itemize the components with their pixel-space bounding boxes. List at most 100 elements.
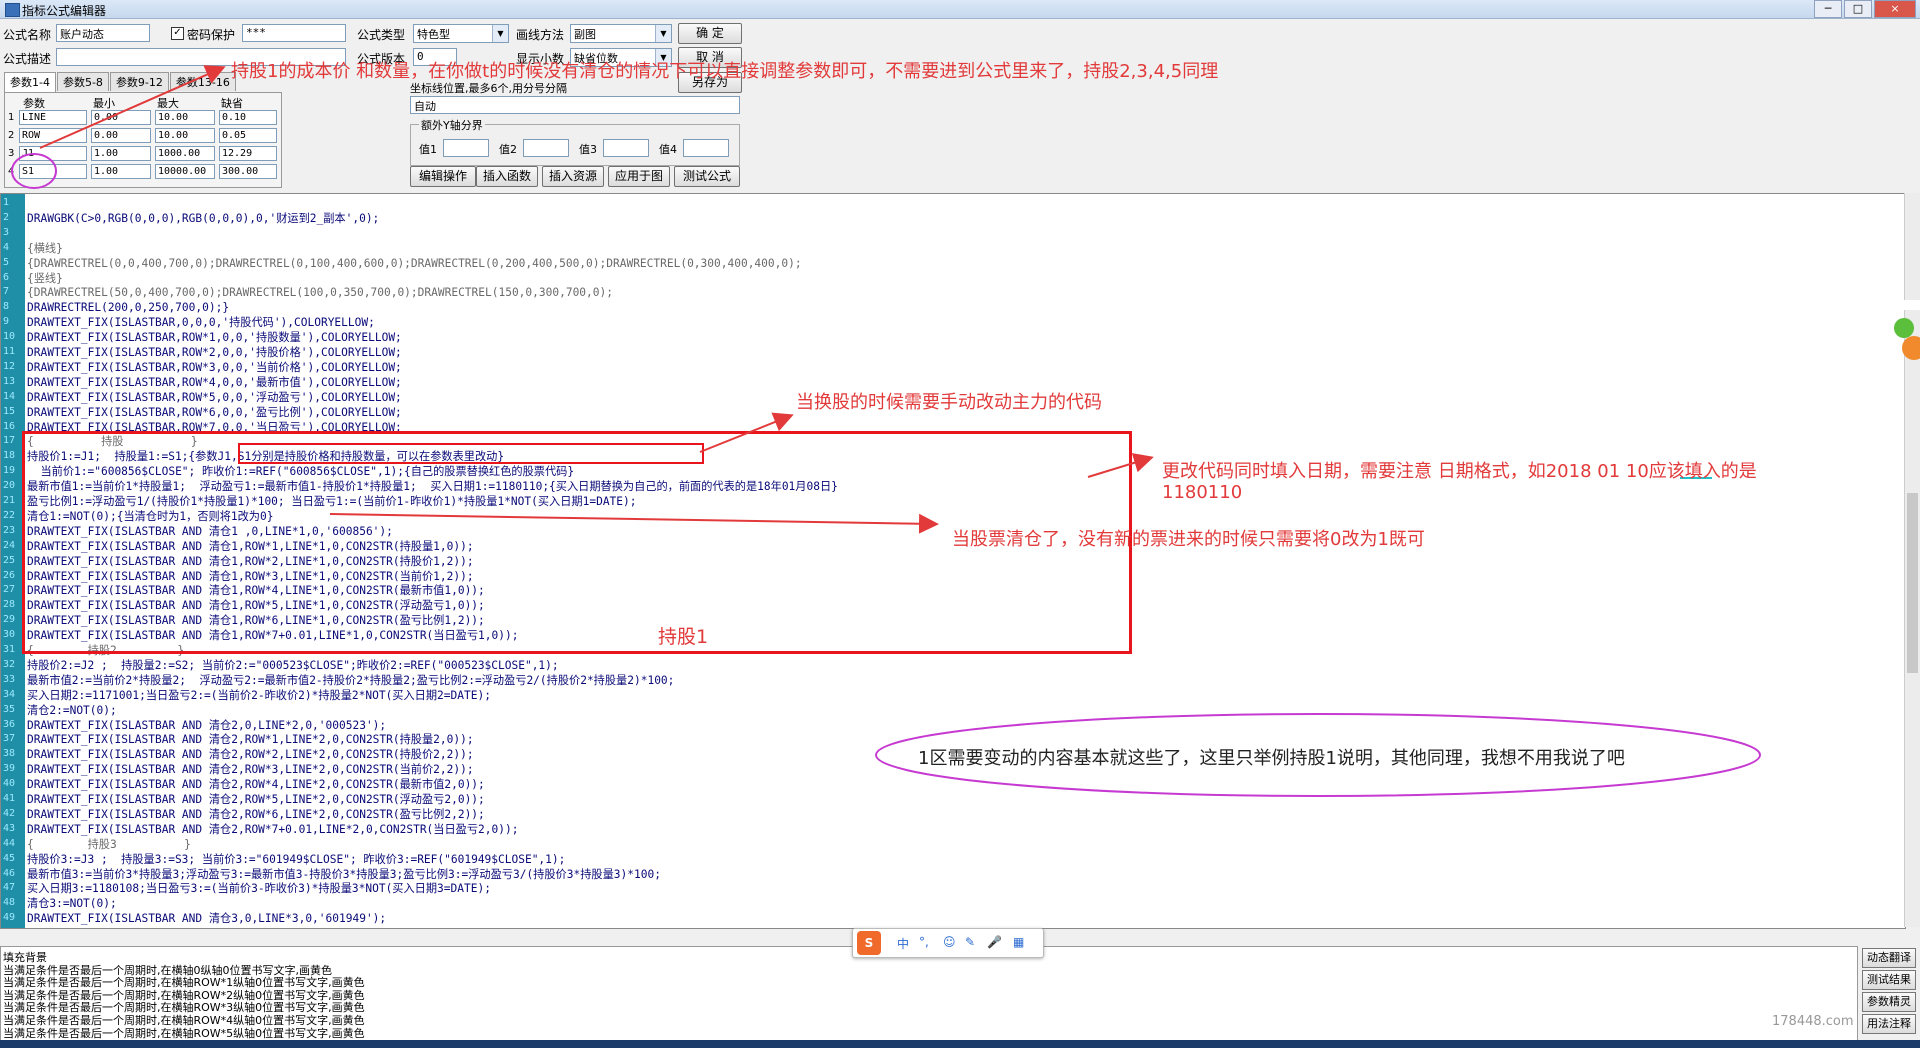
draw-select[interactable]: 副图 ▼ <box>570 24 672 43</box>
code-line[interactable]: DRAWTEXT_FIX(ISLASTBAR AND 清仓2,ROW*3,LIN… <box>27 763 474 777</box>
usage-notes-button[interactable]: 用法注释 <box>1862 1014 1916 1034</box>
axis-input[interactable]: 自动 <box>410 96 740 114</box>
param-min[interactable]: 1.00 <box>91 146 151 161</box>
side-widget <box>1874 300 1920 370</box>
param-row-number: 3 <box>8 148 15 159</box>
line-number: 35 <box>3 703 16 715</box>
close-button[interactable]: × <box>1874 0 1916 18</box>
ok-button[interactable]: 确 定 <box>678 23 742 44</box>
line-number: 9 <box>3 316 10 328</box>
code-line[interactable]: DRAWTEXT_FIX(ISLASTBAR AND 清仓3,0,LINE*3,… <box>27 912 386 926</box>
param-name[interactable]: ROW <box>19 128 87 143</box>
type-value: 特色型 <box>417 28 450 41</box>
code-line[interactable]: DRAWTEXT_FIX(ISLASTBAR AND 清仓2,ROW*5,LIN… <box>27 793 485 807</box>
ime-handwrite-icon[interactable]: ✎ <box>965 935 975 949</box>
param-default[interactable]: 300.00 <box>219 164 277 179</box>
code-line[interactable]: 最新市值3:=当前价3*持股量3;浮动盈亏3:=最新市值3-持股价3*持股量3;… <box>27 868 661 882</box>
annotation-date-value: 1180110 <box>1162 482 1243 503</box>
code-line[interactable]: 清仓3:=NOT(0); <box>27 897 117 911</box>
tab-params-5-8[interactable]: 参数5-8 <box>56 72 109 91</box>
ime-punctuation-icon[interactable]: °, <box>919 935 929 949</box>
param-max[interactable]: 1000.00 <box>155 146 215 161</box>
code-line[interactable]: DRAWTEXT_FIX(ISLASTBAR AND 清仓2,ROW*6,LIN… <box>27 808 485 822</box>
ybound-input-1[interactable] <box>443 139 489 157</box>
line-number: 39 <box>3 763 16 775</box>
scrollbar-thumb[interactable] <box>1907 493 1918 673</box>
ime-emoji-icon[interactable]: ☺ <box>943 935 956 949</box>
ime-chinese-mode[interactable]: 中 <box>897 935 909 952</box>
tab-params-9-12[interactable]: 参数9-12 <box>109 72 169 91</box>
code-line[interactable]: {竖线} <box>27 272 63 286</box>
param-default[interactable]: 0.10 <box>219 110 277 125</box>
code-line[interactable]: DRAWTEXT_FIX(ISLASTBAR,ROW*2,0,0,'持股价格')… <box>27 346 402 360</box>
line-number: 36 <box>3 718 16 730</box>
code-line[interactable]: DRAWTEXT_FIX(ISLASTBAR AND 清仓2,ROW*7+0.0… <box>27 823 518 837</box>
code-line[interactable]: DRAWTEXT_FIX(ISLASTBAR AND 清仓2,ROW*2,LIN… <box>27 748 474 762</box>
ybound-input-4[interactable] <box>683 139 729 157</box>
param-min[interactable]: 1.00 <box>91 164 151 179</box>
param-name[interactable]: LINE <box>19 110 87 125</box>
param-default[interactable]: 12.29 <box>219 146 277 161</box>
code-line[interactable]: DRAWTEXT_FIX(ISLASTBAR,ROW*5,0,0,'浮动盈亏')… <box>27 391 402 405</box>
code-line[interactable]: DRAWTEXT_FIX(ISLASTBAR,ROW*4,0,0,'最新市值')… <box>27 376 402 390</box>
tab-params-13-16[interactable]: 参数13-16 <box>169 72 236 91</box>
code-line[interactable]: DRAWTEXT_FIX(ISLASTBAR,ROW*1,0,0,'持股数量')… <box>27 331 402 345</box>
param-min[interactable]: 0.00 <box>91 128 151 143</box>
type-label: 公式类型 <box>357 28 406 42</box>
param-wizard-button[interactable]: 参数精灵 <box>1862 992 1916 1012</box>
code-line[interactable]: 清仓2:=NOT(0); <box>27 704 117 718</box>
code-line[interactable]: 最新市值2:=当前价2*持股量2; 浮动盈亏2:=最新市值2-持股价2*持股量2… <box>27 674 674 688</box>
ybound-title: 额外Y轴分界 <box>419 117 485 133</box>
ybound-input-3[interactable] <box>603 139 649 157</box>
dynamic-translate-button[interactable]: 动态翻译 <box>1862 948 1916 968</box>
code-line[interactable]: 买入日期2:=1171001;当日盈亏2:=(当前价2-昨收价2)*持股量2*N… <box>27 689 491 703</box>
insert-function-button[interactable]: 插入函数 <box>476 166 538 187</box>
code-line[interactable]: 持股价2:=J2 ; 持股量2:=S2; 当前价2:="000523$CLOSE… <box>27 659 559 673</box>
code-line[interactable]: 持股价3:=J3 ; 持股量3:=S3; 当前价3:="601949$CLOSE… <box>27 853 565 867</box>
line-number: 14 <box>3 390 16 402</box>
apply-chart-button[interactable]: 应用于图 <box>608 166 670 187</box>
maximize-button[interactable]: □ <box>1844 0 1872 18</box>
param-max[interactable]: 10000.00 <box>155 164 215 179</box>
password-checkbox[interactable]: ✓ <box>171 27 184 40</box>
param-name[interactable]: J1 <box>19 146 87 161</box>
code-line[interactable]: DRAWTEXT_FIX(ISLASTBAR,0,0,0,'持股代码'),COL… <box>27 316 375 330</box>
password-input[interactable]: *** <box>242 24 346 42</box>
ime-toolbar[interactable]: S 中 °, ☺ ✎ 🎤 ▦ <box>852 928 1044 958</box>
edit-ops-button[interactable]: 编辑操作 <box>410 166 476 187</box>
code-line[interactable]: { 持股3 } <box>27 838 191 852</box>
param-default[interactable]: 0.05 <box>219 128 277 143</box>
param-max[interactable]: 10.00 <box>155 128 215 143</box>
tab-params-1-4[interactable]: 参数1-4 <box>4 72 56 93</box>
code-line[interactable]: 买入日期3:=1180108;当日盈亏3:=(当前价3-昨收价3)*持股量3*N… <box>27 882 491 896</box>
code-line[interactable]: DRAWTEXT_FIX(ISLASTBAR,ROW*6,0,0,'盈亏比例')… <box>27 406 402 420</box>
test-result-button[interactable]: 测试结果 <box>1862 970 1916 990</box>
param-min[interactable]: 0.00 <box>91 110 151 125</box>
code-line[interactable]: DRAWTEXT_FIX(ISLASTBAR AND 清仓2,ROW*4,LIN… <box>27 778 485 792</box>
code-line[interactable]: {DRAWRECTREL(50,0,400,700,0);DRAWRECTREL… <box>27 286 613 300</box>
type-select[interactable]: 特色型 ▼ <box>413 24 509 43</box>
param-row-number: 1 <box>8 112 15 123</box>
sogou-logo-icon[interactable]: S <box>857 931 881 955</box>
ybound-input-2[interactable] <box>523 139 569 157</box>
annotation-params-note: 持股1的成本价 和数量，在你做t的时候没有清仓的情况下可以直接调整参数即可，不需… <box>231 61 1219 82</box>
code-line[interactable]: DRAWRECTREL(200,0,250,700,0);} <box>27 301 229 315</box>
code-line[interactable]: DRAWTEXT_FIX(ISLASTBAR AND 清仓2,ROW*1,LIN… <box>27 733 474 747</box>
code-line[interactable]: DRAWTEXT_FIX(ISLASTBAR AND 清仓2,0,LINE*2,… <box>27 719 386 733</box>
code-line[interactable]: DRAWTEXT_FIX(ISLASTBAR,ROW*3,0,0,'当前价格')… <box>27 361 402 375</box>
param-name[interactable]: S1 <box>19 164 87 179</box>
param-header-min: 最小 <box>93 97 115 110</box>
code-line[interactable]: {横线} <box>27 242 63 256</box>
ime-toolbox-icon[interactable]: ▦ <box>1013 935 1024 949</box>
minimize-button[interactable]: ─ <box>1814 0 1842 18</box>
param-tabs: 参数1-4 参数5-8 参数9-12 参数13-16 <box>4 72 237 93</box>
name-input[interactable]: 账户动态 <box>56 24 150 42</box>
watermark: 178448.com <box>1772 1014 1854 1029</box>
insert-resource-button[interactable]: 插入资源 <box>542 166 604 187</box>
code-line[interactable]: {DRAWRECTREL(0,0,400,700,0);DRAWRECTREL(… <box>27 257 802 271</box>
param-max[interactable]: 10.00 <box>155 110 215 125</box>
code-line[interactable]: DRAWGBK(C>0,RGB(0,0,0),RGB(0,0,0),0,'财运到… <box>27 212 379 226</box>
test-formula-button[interactable]: 测试公式 <box>674 166 740 187</box>
annotation-code-change: 当换股的时候需要手动改动主力的代码 <box>796 392 1102 413</box>
ime-voice-icon[interactable]: 🎤 <box>987 935 1002 949</box>
